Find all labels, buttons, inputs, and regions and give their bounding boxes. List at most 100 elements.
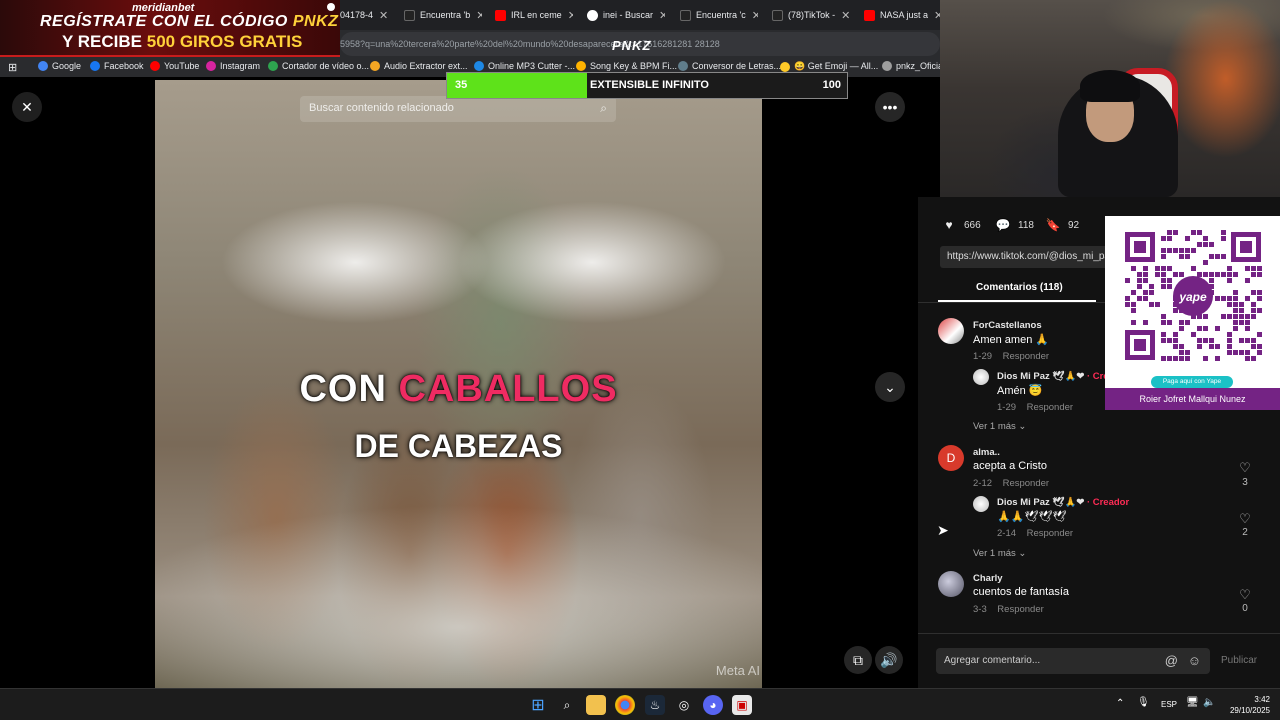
bookmark[interactable]: YouTube — [150, 61, 199, 71]
avatar[interactable] — [973, 496, 989, 512]
chevron-down-icon: ⌄ — [1018, 548, 1027, 559]
next-video-button[interactable]: ⌄ — [875, 372, 905, 402]
view-more-replies[interactable]: Ver 1 más ⌄ — [973, 421, 1026, 432]
bookmark[interactable]: Instagram — [206, 61, 260, 71]
volume-icon: 🔊 — [880, 651, 898, 668]
qr-module — [1233, 314, 1238, 319]
emoji-icon[interactable]: ☺ — [1188, 653, 1201, 668]
obs-icon[interactable]: ◎ — [674, 695, 694, 715]
bookmark[interactable]: Online MP3 Cutter -... — [474, 61, 575, 71]
comment-username[interactable]: ForCastellanos — [973, 320, 1042, 331]
close-button[interactable]: ✕ — [12, 92, 42, 122]
browser-tab[interactable]: inei - Buscar ✕ — [587, 5, 665, 25]
bookmark[interactable]: Google — [38, 61, 81, 71]
close-icon[interactable]: ✕ — [476, 9, 482, 22]
qr-module — [1143, 290, 1148, 295]
folder-icon[interactable] — [586, 695, 606, 715]
view-more-replies[interactable]: Ver 1 más ⌄ — [973, 548, 1026, 559]
search-icon[interactable]: ⌕ — [557, 695, 577, 715]
comment-username[interactable]: Dios Mi Paz — [997, 371, 1050, 382]
bookmark[interactable]: Conversor de Letras... — [678, 61, 781, 71]
share-url-field[interactable]: https://www.tiktok.com/@dios_mi_paz — [940, 246, 1110, 268]
qr-module — [1173, 356, 1178, 361]
browser-tab[interactable]: Encuentra 'c ✕ — [680, 5, 758, 25]
bookmark[interactable]: Song Key & BPM Fi... — [576, 61, 677, 71]
qr-module — [1173, 248, 1178, 253]
bookmark[interactable]: 😀 Get Emoji — All... — [780, 61, 878, 72]
browser-tab[interactable]: Encuentra 'b ✕ — [404, 5, 482, 25]
close-icon[interactable]: ✕ — [659, 9, 665, 22]
comment-stat[interactable]: 💬 118 — [996, 218, 1034, 232]
browser-tab[interactable]: IRL en ceme ✕ — [495, 5, 573, 25]
more-options-button[interactable]: ••• — [875, 92, 905, 122]
video-player[interactable]: CON CABALLOS DE CABEZAS Meta AI — [155, 80, 762, 688]
apps-grid-icon[interactable]: ⊞ — [8, 61, 17, 74]
qr-module — [1221, 272, 1226, 277]
yape-pill: Paga aquí con Yape — [1151, 376, 1233, 388]
save-stat[interactable]: 🔖 92 — [1046, 218, 1080, 232]
qr-module — [1245, 314, 1250, 319]
bookmark[interactable]: Facebook — [90, 61, 144, 71]
ad-info-icon[interactable] — [327, 3, 335, 11]
app-icon[interactable]: ▣ — [732, 695, 752, 715]
volume-button[interactable]: 🔊 — [875, 646, 903, 674]
reply-button[interactable]: Responder — [1027, 402, 1073, 413]
qr-module — [1239, 308, 1244, 313]
close-icon[interactable]: ✕ — [752, 9, 758, 22]
reply-button[interactable]: Responder — [997, 604, 1043, 615]
pip-button[interactable]: ⧉ — [844, 646, 872, 674]
chevron-up-icon[interactable]: ⌃ — [1116, 698, 1124, 709]
close-icon[interactable]: ✕ — [841, 9, 850, 22]
avatar[interactable]: D — [938, 445, 964, 471]
avatar[interactable] — [973, 369, 989, 385]
qr-module — [1161, 356, 1166, 361]
volume-icon[interactable]: 🔈 — [1203, 697, 1215, 708]
qr-module — [1185, 236, 1190, 241]
comment-username[interactable]: alma.. — [973, 447, 1000, 458]
mention-icon[interactable]: @ — [1165, 653, 1178, 668]
language-indicator[interactable]: ESP — [1161, 700, 1177, 709]
avatar[interactable] — [938, 571, 964, 597]
bookmark[interactable]: Audio Extractor ext... — [370, 61, 468, 71]
qr-module — [1221, 236, 1226, 241]
clock[interactable]: 3:42 29/10/2025 — [1230, 694, 1270, 716]
qr-module — [1239, 302, 1244, 307]
browser-tab[interactable]: (78)TikTok - ✕ — [772, 5, 850, 25]
close-icon[interactable]: ✕ — [568, 9, 573, 22]
post-button[interactable]: Publicar — [1221, 655, 1257, 666]
tab-comments[interactable]: Comentarios (118) — [976, 282, 1063, 293]
heart-icon[interactable]: ♡ — [1235, 460, 1255, 476]
comment-input[interactable]: Agregar comentario... @ ☺ — [936, 648, 1210, 674]
heart-icon[interactable]: ♡ — [1235, 587, 1255, 603]
google-icon — [587, 9, 598, 21]
reply-button[interactable]: Responder — [1003, 351, 1049, 362]
bookmark[interactable]: Cortador de vídeo o... — [268, 61, 369, 71]
close-icon[interactable]: ✕ — [379, 9, 388, 22]
ad-banner[interactable]: meridianbet REGÍSTRATE CON EL CÓDIGO PNK… — [0, 0, 340, 57]
qr-module — [1251, 344, 1256, 349]
related-search-input[interactable]: Buscar contenido relacionado ⌕ — [300, 96, 616, 122]
microphone-icon[interactable]: 🎙 — [1137, 697, 1150, 708]
comment-username[interactable]: Dios Mi Paz — [997, 497, 1050, 508]
qr-module — [1257, 308, 1262, 313]
qr-module — [1185, 248, 1190, 253]
reply-button[interactable]: Responder — [1027, 528, 1073, 539]
qr-module — [1161, 272, 1166, 277]
avatar[interactable] — [938, 318, 964, 344]
start-icon[interactable]: ⊞ — [528, 695, 548, 715]
discord-icon[interactable]: ◕ — [703, 695, 723, 715]
like-stat[interactable]: ♥ 666 — [942, 218, 980, 232]
chrome-icon[interactable] — [615, 695, 635, 715]
steam-icon[interactable]: ♨ — [645, 695, 665, 715]
qr-module — [1179, 350, 1184, 355]
bookmark[interactable]: pnkz_Oficial — [882, 61, 945, 71]
network-icon[interactable]: 🖥 — [1186, 697, 1199, 708]
search-icon[interactable]: ⌕ — [600, 101, 607, 116]
comment-username[interactable]: Charly — [973, 573, 1003, 584]
reply-button[interactable]: Responder — [1003, 478, 1049, 489]
heart-icon[interactable]: ♡ — [1235, 511, 1255, 527]
browser-tab[interactable]: NASA just a ✕ — [864, 5, 940, 25]
tab-label: IRL en ceme — [511, 10, 562, 20]
browser-tab[interactable]: 04178-4 ✕ — [340, 5, 390, 25]
qr-module — [1161, 314, 1166, 319]
